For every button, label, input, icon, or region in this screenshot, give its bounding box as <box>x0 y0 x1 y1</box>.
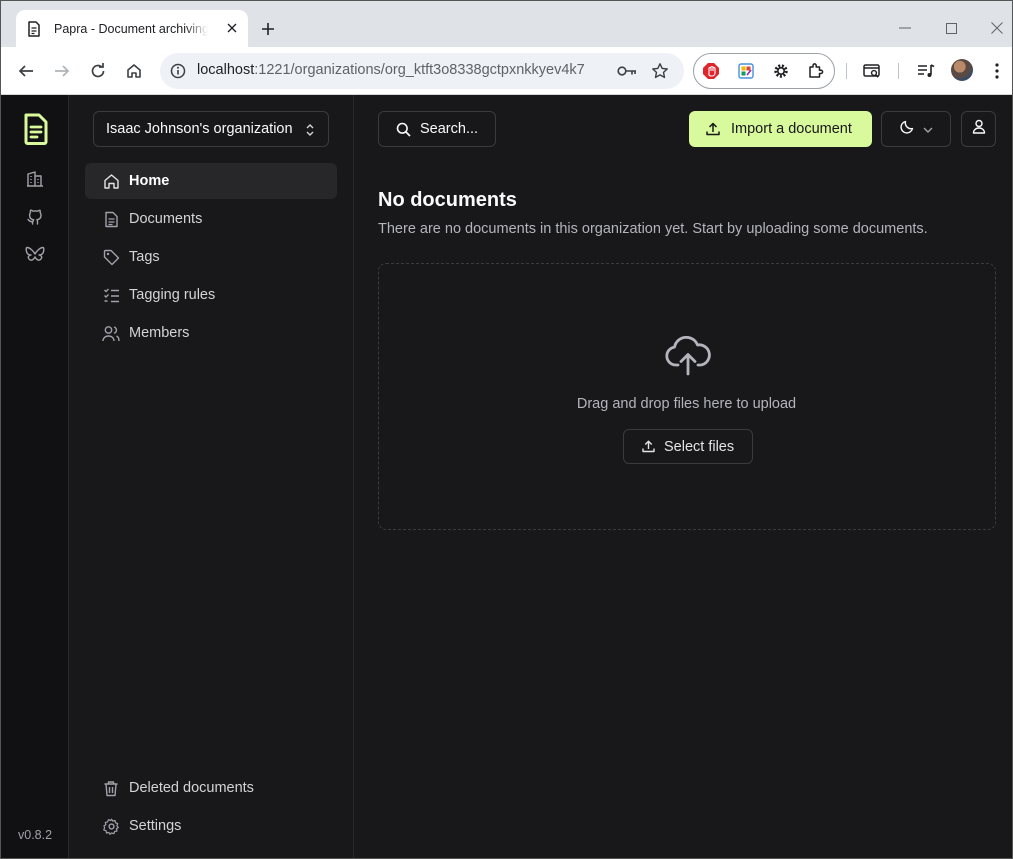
organization-name: Isaac Johnson's organization <box>106 121 293 137</box>
file-dropzone[interactable]: Drag and drop files here to upload Selec… <box>378 263 996 530</box>
toolbar-separator <box>898 63 899 79</box>
icon-rail: v0.8.2 <box>1 95 69 858</box>
gear-extension-icon[interactable] <box>772 62 790 80</box>
sidebar-item-tags[interactable]: Tags <box>85 239 337 275</box>
file-icon <box>102 210 120 228</box>
search-icon <box>395 121 411 137</box>
organization-selector[interactable]: Isaac Johnson's organization <box>93 111 329 147</box>
tab-close-icon[interactable] <box>224 20 240 36</box>
rail-organizations-button[interactable] <box>24 170 46 192</box>
papra-logo-icon[interactable] <box>22 112 50 146</box>
new-tab-icon[interactable] <box>257 18 279 40</box>
sidebar-item-label: Documents <box>129 211 203 227</box>
sidebar-item-label: Home <box>129 173 170 189</box>
sidebar-item-label: Tags <box>129 249 160 265</box>
tab-title: Papra - Document archiving and managemen… <box>54 21 208 36</box>
document-favicon-icon <box>26 20 42 37</box>
import-label: Import a document <box>731 121 852 137</box>
chevron-up-down-icon <box>304 122 316 138</box>
select-files-label: Select files <box>664 438 735 455</box>
app-version: v0.8.2 <box>18 828 53 842</box>
sidebar-item-deleted-documents[interactable]: Deleted documents <box>85 770 337 806</box>
minimize-icon[interactable] <box>894 17 916 39</box>
bookmark-star-icon[interactable] <box>649 61 671 81</box>
dropzone-text: Drag and drop files here to upload <box>576 396 797 412</box>
bluesky-icon <box>25 246 45 269</box>
tag-icon <box>102 248 120 266</box>
cloud-upload-icon <box>665 335 711 376</box>
sidebar: Isaac Johnson's organization Home Docume… <box>69 95 354 858</box>
theme-toggle-button[interactable] <box>881 111 951 147</box>
address-bar[interactable]: localhost:1221/organizations/org_ktft3o8… <box>160 53 684 89</box>
building-icon <box>26 170 44 193</box>
search-label: Search... <box>420 121 479 137</box>
user-menu-button[interactable] <box>961 111 996 147</box>
back-icon[interactable] <box>13 58 39 84</box>
page-title: No documents <box>378 189 517 211</box>
search-button[interactable]: Search... <box>378 111 496 147</box>
adblock-extension-icon[interactable] <box>702 62 720 80</box>
papra-app: v0.8.2 Isaac Johnson's organization Home… <box>1 95 1012 858</box>
maximize-icon[interactable] <box>940 17 962 39</box>
reload-icon[interactable] <box>85 58 111 84</box>
site-info-icon[interactable] <box>168 61 188 81</box>
sidebar-item-label: Settings <box>129 818 182 834</box>
color-picker-extension-icon[interactable] <box>737 62 755 80</box>
browser-tab[interactable]: Papra - Document archiving and managemen… <box>16 10 248 47</box>
home-icon <box>102 172 120 190</box>
extensions-group <box>693 53 835 89</box>
sidebar-item-label: Members <box>129 325 190 341</box>
user-icon <box>972 119 986 139</box>
sidebar-item-documents[interactable]: Documents <box>85 201 337 237</box>
url-path: :1221/organizations/org_ktft3o8338gctpxn… <box>254 62 585 78</box>
browser-toolbar: localhost:1221/organizations/org_ktft3o8… <box>1 47 1012 95</box>
toolbar-separator <box>846 63 847 79</box>
import-document-button[interactable]: Import a document <box>689 111 872 147</box>
sidebar-item-home[interactable]: Home <box>85 163 337 199</box>
page-description: There are no documents in this organizat… <box>378 221 928 237</box>
home-browser-icon[interactable] <box>121 58 147 84</box>
sidebar-item-tagging-rules[interactable]: Tagging rules <box>85 277 337 313</box>
trash-icon <box>102 779 120 797</box>
browser-window: Papra - Document archiving and managemen… <box>0 0 1013 859</box>
rail-bluesky-button[interactable] <box>24 246 46 268</box>
rail-github-button[interactable] <box>24 208 46 230</box>
window-close-icon[interactable] <box>986 17 1008 39</box>
moon-icon <box>899 119 915 139</box>
users-icon <box>102 324 120 342</box>
select-files-button[interactable]: Select files <box>623 429 753 464</box>
sidebar-item-label: Deleted documents <box>129 780 254 796</box>
sidebar-item-settings[interactable]: Settings <box>85 808 337 844</box>
profile-avatar[interactable] <box>951 59 973 81</box>
url-host: localhost <box>197 62 255 78</box>
tab-strip: Papra - Document archiving and managemen… <box>1 1 1012 47</box>
chevron-down-icon <box>923 120 933 138</box>
browser-menu-icon[interactable] <box>986 60 1008 82</box>
upload-icon <box>705 121 721 137</box>
puzzle-extensions-icon[interactable] <box>807 62 825 80</box>
media-controls-icon[interactable] <box>915 60 937 82</box>
url-text: localhost:1221/organizations/org_ktft3o8… <box>197 62 585 78</box>
settings-icon <box>102 817 120 835</box>
password-key-icon[interactable] <box>616 61 638 81</box>
github-icon <box>26 208 44 231</box>
main-content: Search... Import a document No documents… <box>354 95 1012 858</box>
upload-icon <box>641 440 655 454</box>
sidebar-item-members[interactable]: Members <box>85 315 337 351</box>
tab-search-icon[interactable] <box>861 60 883 82</box>
sidebar-item-label: Tagging rules <box>129 287 216 303</box>
forward-icon[interactable] <box>49 58 75 84</box>
checklist-icon <box>102 286 120 304</box>
